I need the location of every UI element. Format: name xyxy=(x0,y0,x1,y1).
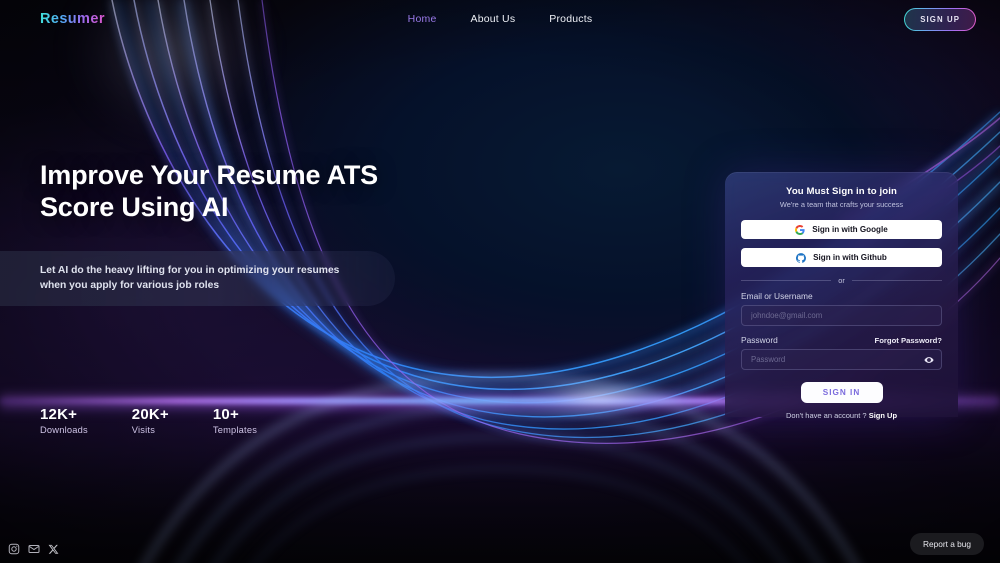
brand-logo[interactable]: Resumer xyxy=(40,11,105,27)
navbar: Resumer Home About Us Products SIGN UP xyxy=(0,0,1000,38)
toggle-password-visibility-button[interactable] xyxy=(924,355,934,365)
stat-visits: 20K+ Visits xyxy=(132,406,169,435)
forgot-password-link[interactable]: Forgot Password? xyxy=(875,336,942,345)
primary-nav: Home About Us Products xyxy=(0,13,1000,25)
nav-link-home[interactable]: Home xyxy=(408,13,437,25)
stat-visits-value: 20K+ xyxy=(131,406,169,423)
page-title: Improve Your Resume ATS Score Using AI xyxy=(40,160,460,224)
stat-downloads-value: 12K+ xyxy=(40,406,78,423)
signin-card-title: You Must Sign in to join xyxy=(786,186,897,197)
stat-templates-value: 10+ xyxy=(212,406,239,423)
hero-subtitle-line-1: Let AI do the heavy lifting for you in o… xyxy=(40,264,340,276)
password-field-wrapper xyxy=(741,349,942,370)
signup-prompt: Don't have an account ? Sign Up xyxy=(741,411,942,420)
divider-label: or xyxy=(838,276,845,285)
email-input[interactable] xyxy=(741,305,942,326)
hero-subtitle-line-2: when you apply for various job roles xyxy=(40,280,220,292)
social-links xyxy=(8,543,59,555)
signin-card-subtitle: We're a team that crafts your success xyxy=(779,200,904,209)
nav-link-products[interactable]: Products xyxy=(549,13,592,25)
github-icon xyxy=(796,252,807,263)
instagram-icon[interactable] xyxy=(8,543,20,555)
divider: or xyxy=(741,276,943,285)
sign-in-with-google-label: Sign in with Google xyxy=(812,225,888,234)
hero-subtitle-panel: Let AI do the heavy lifting for you in o… xyxy=(0,250,395,306)
report-a-bug-button[interactable]: Report a bug xyxy=(910,533,984,555)
stat-templates: 10+ Templates xyxy=(213,406,257,435)
stat-downloads: 12K+ Downloads xyxy=(40,406,88,435)
sign-in-with-google-button[interactable]: Sign in with Google xyxy=(741,220,942,239)
stat-downloads-label: Downloads xyxy=(40,425,88,435)
password-field-label: Password xyxy=(741,335,778,345)
hero-section: Improve Your Resume ATS Score Using AI L… xyxy=(0,160,460,306)
stats-row: 12K+ Downloads 20K+ Visits 10+ Templates xyxy=(40,406,257,435)
email-icon[interactable] xyxy=(28,543,40,555)
eye-icon xyxy=(924,356,934,363)
signin-card: You Must Sign in to join We're a team th… xyxy=(725,172,958,420)
x-twitter-icon[interactable] xyxy=(48,544,59,555)
signup-prompt-text: Don't have an account ? xyxy=(785,411,867,420)
divider-line-left xyxy=(741,280,832,281)
divider-line-right xyxy=(851,280,943,281)
google-icon xyxy=(795,224,805,235)
sign-in-with-github-label: Sign in with Github xyxy=(813,253,887,262)
signup-button[interactable]: SIGN UP xyxy=(904,8,976,31)
password-label-row: Password Forgot Password? xyxy=(741,335,942,345)
hero-heading-line-1: Improve Your Resume ATS xyxy=(40,160,378,190)
stat-templates-label: Templates xyxy=(212,425,258,435)
nav-link-about-us[interactable]: About Us xyxy=(470,13,515,25)
email-field-label: Email or Username xyxy=(741,291,813,301)
signup-link[interactable]: Sign Up xyxy=(869,411,897,420)
hero-heading-line-2: Score Using AI xyxy=(40,191,229,222)
password-input[interactable] xyxy=(741,349,942,370)
email-field-wrapper xyxy=(741,305,942,326)
sign-in-with-github-button[interactable]: Sign in with Github xyxy=(741,248,942,267)
signin-submit-button[interactable]: SIGN IN xyxy=(800,382,883,403)
stat-visits-label: Visits xyxy=(131,425,156,435)
